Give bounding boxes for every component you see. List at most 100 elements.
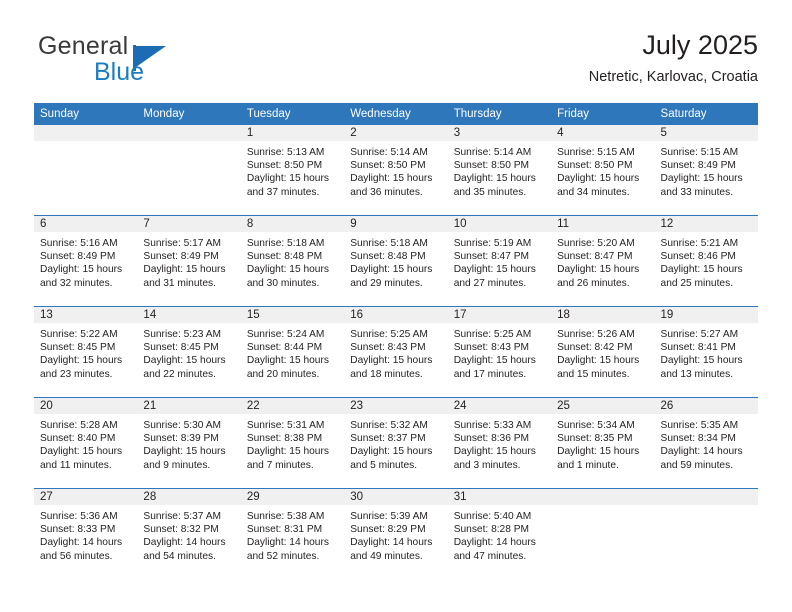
daylight-text-line2: and 5 minutes.: [350, 459, 418, 471]
calendar-day-cell[interactable]: 10 Sunrise: 5:19 AM Sunset: 8:47 PM Dayligh…: [447, 215, 552, 307]
day-number: 26: [654, 398, 758, 414]
calendar-day-cell[interactable]: 12 Sunrise: 5:21 AM Sunset: 8:46 PM Dayligh…: [654, 215, 758, 307]
calendar-day-cell[interactable]: 19 Sunrise: 5:27 AM Sunset: 8:41 PM Dayligh…: [654, 306, 758, 398]
calendar-day-cell[interactable]: 15 Sunrise: 5:24 AM Sunset: 8:44 PM Dayligh…: [240, 306, 345, 398]
calendar-day-cell[interactable]: 3 Sunrise: 5:14 AM Sunset: 8:50 PM Daylight…: [447, 125, 552, 216]
calendar-day-cell[interactable]: 29 Sunrise: 5:38 AM Sunset: 8:31 PM Dayligh…: [240, 488, 345, 579]
sunrise-text: Sunrise: 5:28 AM: [40, 420, 118, 431]
calendar-day-cell[interactable]: 27 Sunrise: 5:36 AM Sunset: 8:33 PM Dayligh…: [34, 488, 138, 579]
calendar-day-cell[interactable]: [551, 488, 655, 579]
sunset-text: Sunset: 8:44 PM: [246, 342, 323, 354]
sunrise-text: Sunrise: 5:30 AM: [143, 420, 222, 431]
day-number: 23: [344, 398, 448, 414]
calendar-day-cell[interactable]: 17 Sunrise: 5:25 AM Sunset: 8:43 PM Dayligh…: [447, 306, 552, 398]
daylight-text-line1: Daylight: 14 hours: [40, 537, 123, 549]
day-number: 3: [447, 125, 552, 141]
sunset-text: Sunset: 8:36 PM: [453, 433, 530, 445]
calendar-day-cell[interactable]: 26 Sunrise: 5:35 AM Sunset: 8:34 PM Dayligh…: [654, 397, 758, 489]
calendar-day-cell[interactable]: 28 Sunrise: 5:37 AM Sunset: 8:32 PM Dayligh…: [137, 488, 241, 579]
sunset-text: Sunset: 8:47 PM: [453, 251, 530, 263]
day-number: [551, 489, 655, 505]
daylight-text-line2: and 20 minutes.: [246, 368, 320, 380]
daylight-text-line2: and 27 minutes.: [453, 277, 527, 289]
calendar-day-cell[interactable]: 9 Sunrise: 5:18 AM Sunset: 8:48 PM Daylight…: [344, 215, 448, 307]
daylight-text-line2: and 59 minutes.: [660, 459, 734, 471]
calendar-day-cell[interactable]: 23 Sunrise: 5:32 AM Sunset: 8:37 PM Dayligh…: [344, 397, 448, 489]
daylight-text-line1: Daylight: 15 hours: [246, 446, 329, 458]
day-number: 2: [344, 125, 448, 141]
day-number: 15: [240, 307, 345, 323]
calendar-day-cell[interactable]: [654, 488, 758, 579]
calendar-day-cell[interactable]: 1 Sunrise: 5:13 AM Sunset: 8:50 PM Daylight…: [240, 125, 345, 216]
sunrise-text: Sunrise: 5:17 AM: [143, 238, 222, 249]
sunrise-text: Sunrise: 5:25 AM: [350, 329, 428, 340]
day-number: 10: [447, 216, 552, 232]
daylight-text-line1: Daylight: 15 hours: [350, 355, 433, 367]
daylight-text-line1: Daylight: 15 hours: [453, 264, 536, 276]
daylight-text-line2: and 35 minutes.: [453, 186, 527, 198]
calendar-day-cell[interactable]: 5 Sunrise: 5:15 AM Sunset: 8:49 PM Daylight…: [654, 125, 758, 216]
sunset-text: Sunset: 8:49 PM: [40, 251, 116, 263]
sunrise-text: Sunrise: 5:39 AM: [350, 511, 428, 522]
sunset-text: Sunset: 8:38 PM: [246, 433, 323, 445]
sunrise-text: Sunrise: 5:40 AM: [453, 511, 532, 522]
day-number: 24: [447, 398, 552, 414]
daylight-text-line1: Daylight: 15 hours: [557, 355, 640, 367]
sunrise-text: Sunrise: 5:27 AM: [660, 329, 739, 340]
day-number: 12: [654, 216, 758, 232]
day-number: 31: [447, 489, 552, 505]
calendar-day-cell[interactable]: 21 Sunrise: 5:30 AM Sunset: 8:39 PM Dayligh…: [137, 397, 241, 489]
day-number: 28: [137, 489, 241, 505]
day-number: 13: [34, 307, 138, 323]
day-number: 4: [551, 125, 655, 141]
sunrise-text: Sunrise: 5:24 AM: [246, 329, 325, 340]
sunset-text: Sunset: 8:49 PM: [660, 160, 736, 172]
calendar-day-cell[interactable]: 2 Sunrise: 5:14 AM Sunset: 8:50 PM Daylight…: [344, 125, 448, 216]
sunset-text: Sunset: 8:48 PM: [350, 251, 426, 263]
daylight-text-line2: and 29 minutes.: [350, 277, 423, 289]
sunrise-text: Sunrise: 5:36 AM: [40, 511, 118, 522]
calendar-day-cell[interactable]: [137, 125, 241, 216]
calendar-day-cell[interactable]: 11 Sunrise: 5:20 AM Sunset: 8:47 PM Dayligh…: [551, 215, 655, 307]
calendar-day-cell[interactable]: [34, 125, 138, 216]
calendar-day-cell[interactable]: 24 Sunrise: 5:33 AM Sunset: 8:36 PM Dayligh…: [447, 397, 552, 489]
day-number: 7: [137, 216, 241, 232]
day-number: 25: [551, 398, 655, 414]
daylight-text-line1: Daylight: 15 hours: [350, 173, 433, 185]
daylight-text-line1: Daylight: 15 hours: [453, 355, 536, 367]
calendar-day-cell[interactable]: 31 Sunrise: 5:40 AM Sunset: 8:28 PM Dayligh…: [447, 488, 552, 579]
calendar-day-cell[interactable]: 13 Sunrise: 5:22 AM Sunset: 8:45 PM Dayligh…: [34, 306, 138, 398]
calendar-day-cell[interactable]: 6 Sunrise: 5:16 AM Sunset: 8:49 PM Daylight…: [34, 215, 138, 307]
sunrise-text: Sunrise: 5:15 AM: [557, 147, 635, 158]
sunset-text: Sunset: 8:41 PM: [660, 342, 736, 354]
daylight-text-line2: and 49 minutes.: [350, 550, 423, 562]
weekday-header-tuesday: Tuesday: [240, 103, 345, 125]
calendar-day-cell[interactable]: 4 Sunrise: 5:15 AM Sunset: 8:50 PM Daylight…: [551, 125, 655, 216]
calendar-day-cell[interactable]: 7 Sunrise: 5:17 AM Sunset: 8:49 PM Daylight…: [137, 215, 241, 307]
daylight-text-line2: and 23 minutes.: [40, 368, 113, 380]
sunset-text: Sunset: 8:37 PM: [350, 433, 426, 445]
sunrise-text: Sunrise: 5:32 AM: [350, 420, 428, 431]
calendar-day-cell[interactable]: 18 Sunrise: 5:26 AM Sunset: 8:42 PM Dayligh…: [551, 306, 655, 398]
calendar-day-cell[interactable]: 22 Sunrise: 5:31 AM Sunset: 8:38 PM Dayligh…: [240, 397, 345, 489]
daylight-text-line1: Daylight: 15 hours: [40, 264, 123, 276]
calendar-day-cell[interactable]: 30 Sunrise: 5:39 AM Sunset: 8:29 PM Dayligh…: [344, 488, 448, 579]
sunset-text: Sunset: 8:49 PM: [143, 251, 219, 263]
sunset-text: Sunset: 8:48 PM: [246, 251, 323, 263]
calendar-day-cell[interactable]: 25 Sunrise: 5:34 AM Sunset: 8:35 PM Dayligh…: [551, 397, 655, 489]
daylight-text-line1: Daylight: 15 hours: [350, 446, 433, 458]
weekday-header-friday: Friday: [551, 103, 655, 125]
daylight-text-line2: and 30 minutes.: [246, 277, 320, 289]
calendar-day-cell[interactable]: 8 Sunrise: 5:18 AM Sunset: 8:48 PM Daylight…: [240, 215, 345, 307]
calendar-day-cell[interactable]: 16 Sunrise: 5:25 AM Sunset: 8:43 PM Dayligh…: [344, 306, 448, 398]
daylight-text-line2: and 1 minute.: [557, 459, 619, 471]
sunset-text: Sunset: 8:50 PM: [453, 160, 530, 172]
calendar-day-cell[interactable]: 20 Sunrise: 5:28 AM Sunset: 8:40 PM Dayligh…: [34, 397, 138, 489]
sunset-text: Sunset: 8:34 PM: [660, 433, 736, 445]
daylight-text-line1: Daylight: 14 hours: [246, 537, 329, 549]
daylight-text-line1: Daylight: 15 hours: [143, 264, 226, 276]
calendar-page: General Blue July 2025 Netretic, Karlova…: [0, 0, 792, 612]
sunset-text: Sunset: 8:50 PM: [246, 160, 323, 172]
sunrise-text: Sunrise: 5:21 AM: [660, 238, 739, 249]
calendar-day-cell[interactable]: 14 Sunrise: 5:23 AM Sunset: 8:45 PM Dayligh…: [137, 306, 241, 398]
